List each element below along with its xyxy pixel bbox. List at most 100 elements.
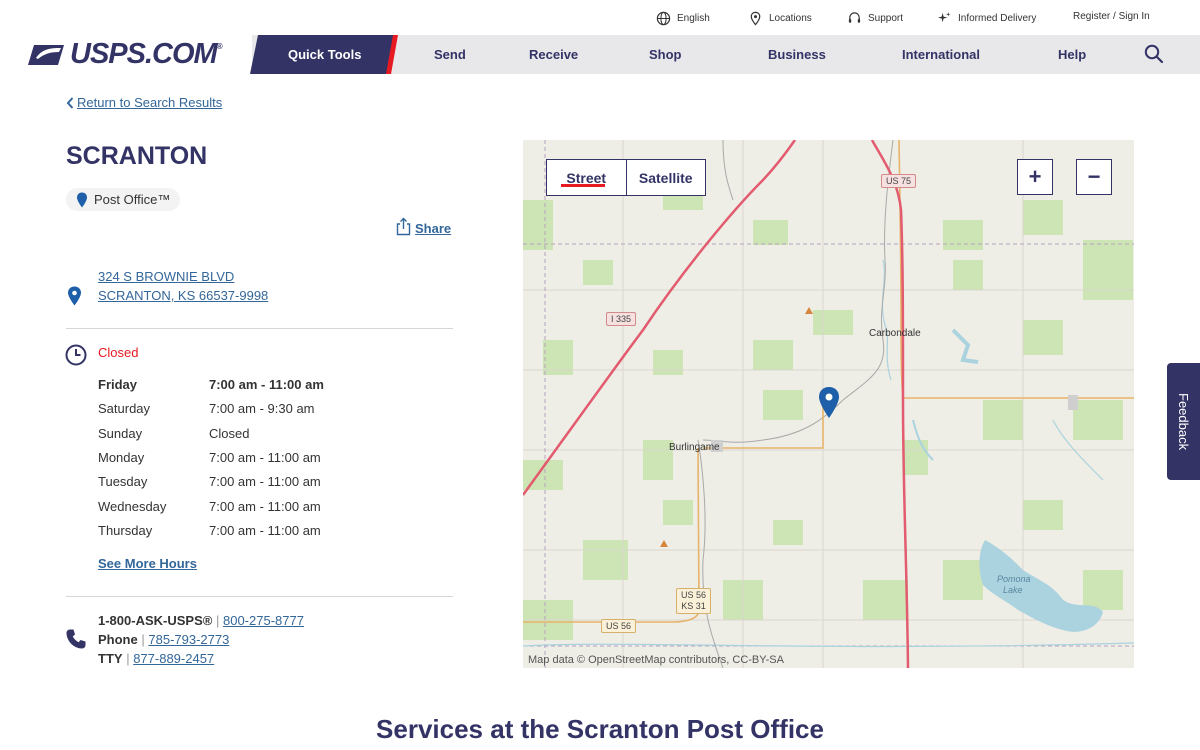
street-view-button[interactable]: Street [547,160,627,195]
open-status: Closed [98,345,139,360]
ask-usps-number-link[interactable]: 800-275-8777 [223,613,304,628]
services-heading: Services at the Scranton Post Office [376,714,824,744]
hours-time: 7:00 am - 9:30 am [209,401,315,416]
address-line-1[interactable]: 324 S BROWNIE BLVD [98,269,234,284]
zoom-in-button[interactable]: + [1017,159,1053,195]
feedback-tab[interactable]: Feedback [1167,363,1200,480]
hours-day: Tuesday [98,474,148,489]
phone-icon [66,629,86,649]
tty-label: TTY [98,651,123,666]
nav-shop[interactable]: Shop [649,47,682,62]
language-label: English [677,13,710,24]
map-pin-icon [77,192,87,207]
separator: | [215,613,220,628]
sparkle-icon [937,11,951,23]
map-attribution: Map data © OpenStreetMap contributors, C… [528,654,784,666]
locations-link[interactable]: Locations [748,11,812,26]
nav-receive[interactable]: Receive [529,47,578,62]
hours-day: Saturday [98,401,151,416]
utility-bar: English Locations Support Informed Deliv… [0,0,1200,35]
location-map[interactable]: Carbondale Burlingame Pomona Lake US 75 … [523,140,1134,668]
phone-label: Phone [98,632,138,647]
register-label: Register / Sign In [1073,11,1150,22]
ask-usps-label: 1-800-ASK-USPS® [98,613,213,628]
phone-line: Phone | 785-793-2773 [98,632,229,647]
hours-time: 7:00 am - 11:00 am [209,474,321,489]
hours-row: Wednesday 7:00 am - 11:00 am [98,499,358,514]
tty-number-link[interactable]: 877-889-2457 [133,651,214,666]
hours-day: Thursday [98,523,153,538]
route-shield-us56: US 56 [601,619,637,633]
map-tiles [523,140,1134,668]
nav-help[interactable]: Help [1058,47,1086,62]
hours-row: Saturday 7:00 am - 9:30 am [98,401,358,416]
globe-icon [656,11,671,26]
map-type-toggle: Street Satellite [546,159,706,196]
informed-delivery-label: Informed Delivery [958,13,1037,24]
language-link[interactable]: English [656,11,710,26]
share-button[interactable]: Share [396,217,451,236]
support-label: Support [868,13,904,24]
location-marker [819,387,839,418]
eagle-logo-icon [28,44,64,65]
tty-line: TTY | 877-889-2457 [98,651,214,666]
satellite-view-button[interactable]: Satellite [627,160,706,195]
locations-label: Locations [769,13,812,24]
hours-time: Closed [209,426,250,441]
share-label: Share [415,221,452,236]
hours-row: Monday 7:00 am - 11:00 am [98,450,358,465]
hours-row: Friday 7:00 am - 11:00 am [98,377,358,392]
nav-business[interactable]: Business [768,47,826,62]
logo-text: USPS.COM [70,38,218,70]
hours-time: 7:00 am - 11:00 am [209,377,324,392]
support-link[interactable]: Support [847,11,903,26]
phone-number-link[interactable]: 785-793-2773 [148,632,229,647]
headset-icon [848,12,861,23]
hours-time: 7:00 am - 11:00 am [209,523,321,538]
hours-day: Monday [98,450,145,465]
chevron-left-icon [66,96,74,109]
place-label-burlingame: Burlingame [669,442,720,453]
page-title: SCRANTON [66,142,208,170]
back-link-label: Return to Search Results [77,95,223,110]
address-pin-icon [68,286,81,306]
separator: | [141,632,145,647]
quick-tools-label[interactable]: Quick Tools [288,47,361,62]
hours-day: Sunday [98,426,143,441]
hours-day: Friday [98,377,138,392]
separator: | [126,651,130,666]
hours-time: 7:00 am - 11:00 am [209,450,321,465]
route-shield-us56-ks31: US 56 KS 31 [676,588,712,614]
register-signin-link[interactable]: Register / Sign In [1073,11,1150,22]
informed-delivery-link[interactable]: Informed Delivery [937,11,1036,26]
registered-mark: ® [216,42,223,51]
active-indicator [561,184,605,187]
satellite-label: Satellite [638,169,693,186]
location-pin-icon [750,11,761,26]
address-line-2[interactable]: SCRANTON, KS 66537-9998 [98,288,268,303]
hours-row: Sunday Closed [98,426,358,441]
nav-international[interactable]: International [902,47,980,62]
route-shield-us75: US 75 [881,174,917,188]
hours-row: Tuesday 7:00 am - 11:00 am [98,474,358,489]
back-to-results-link[interactable]: Return to Search Results [66,95,222,110]
feedback-label: Feedback [1176,392,1191,451]
ask-usps-line: 1-800-ASK-USPS® | 800-275-8777 [98,613,304,628]
nav-send[interactable]: Send [434,47,466,62]
divider [66,596,453,597]
place-label-carbondale: Carbondale [869,328,921,339]
location-type-badge: Post Office™ [66,188,181,211]
hours-day: Wednesday [98,499,167,514]
see-more-hours-link[interactable]: See More Hours [98,556,197,571]
zoom-out-button[interactable]: − [1076,159,1112,195]
clock-icon [65,344,87,366]
location-type-label: Post Office™ [94,192,171,207]
divider [66,328,453,329]
hours-time: 7:00 am - 11:00 am [209,499,321,514]
route-shield-line: US 56 [681,590,707,600]
route-shield-i335: I 335 [606,312,637,326]
share-icon [396,217,411,236]
search-button[interactable] [1144,44,1164,64]
route-shield-line: KS 31 [681,601,706,611]
usps-logo[interactable]: USPS.COM® [0,35,252,74]
